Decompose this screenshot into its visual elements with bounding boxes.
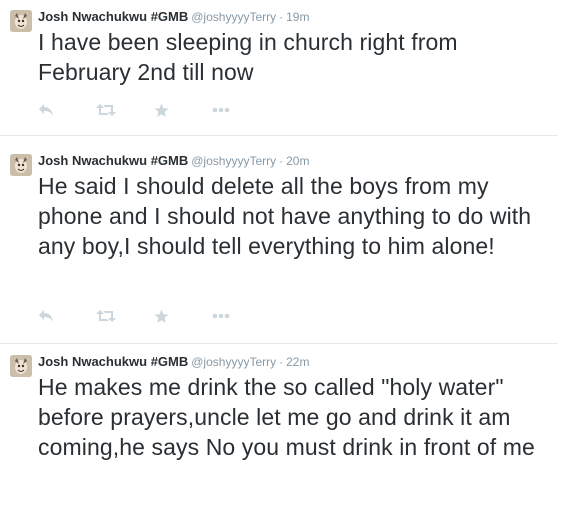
author-name[interactable]: Josh Nwachukwu #GMB [38, 9, 188, 24]
favorite-button[interactable] [154, 307, 212, 325]
author-name[interactable]: Josh Nwachukwu #GMB [38, 354, 188, 369]
reply-button[interactable] [38, 307, 96, 325]
favorite-button[interactable] [154, 101, 212, 119]
tweet-text: He said I should delete all the boys fro… [38, 173, 532, 259]
author-handle[interactable]: @joshyyyyTerry [191, 154, 276, 168]
tweet-actions [38, 101, 270, 119]
star-icon [154, 309, 169, 324]
tweet: Josh Nwachukwu #GMB @joshyyyyTerry · 22m He… [0, 345, 558, 509]
separator-dot: · [279, 10, 284, 24]
separator-dot: · [279, 154, 284, 168]
more-icon [212, 313, 230, 319]
retweet-button[interactable] [96, 101, 154, 119]
avatar[interactable] [10, 154, 32, 176]
reply-icon [38, 309, 54, 323]
more-button[interactable] [212, 101, 270, 119]
retweet-button[interactable] [96, 307, 154, 325]
tweet-actions [38, 307, 270, 325]
author-name[interactable]: Josh Nwachukwu #GMB [38, 153, 188, 168]
timestamp[interactable]: 20m [286, 154, 309, 168]
author-handle[interactable]: @joshyyyyTerry [191, 355, 276, 369]
tweet-header: Josh Nwachukwu #GMB @joshyyyyTerry · 20m [38, 152, 309, 170]
author-handle[interactable]: @joshyyyyTerry [191, 10, 276, 24]
star-icon [154, 103, 169, 118]
tweet-header: Josh Nwachukwu #GMB @joshyyyyTerry · 19m [38, 8, 309, 26]
reply-button[interactable] [38, 101, 96, 119]
retweet-icon [96, 309, 116, 323]
retweet-icon [96, 103, 116, 117]
tweet: Josh Nwachukwu #GMB @joshyyyyTerry · 20m He… [0, 144, 558, 344]
tweet-header: Josh Nwachukwu #GMB @joshyyyyTerry · 22m [38, 353, 309, 371]
more-button[interactable] [212, 307, 270, 325]
reply-icon [38, 103, 54, 117]
more-icon [212, 107, 230, 113]
avatar[interactable] [10, 10, 32, 32]
timestamp[interactable]: 22m [286, 355, 309, 369]
tweet-text: He makes me drink the so called "holy wa… [38, 374, 535, 460]
tweet: Josh Nwachukwu #GMB @joshyyyyTerry · 19m I … [0, 0, 558, 136]
separator-dot: · [279, 355, 284, 369]
tweet-text: I have been sleeping in church right fro… [38, 29, 458, 85]
timestamp[interactable]: 19m [286, 10, 309, 24]
avatar[interactable] [10, 355, 32, 377]
